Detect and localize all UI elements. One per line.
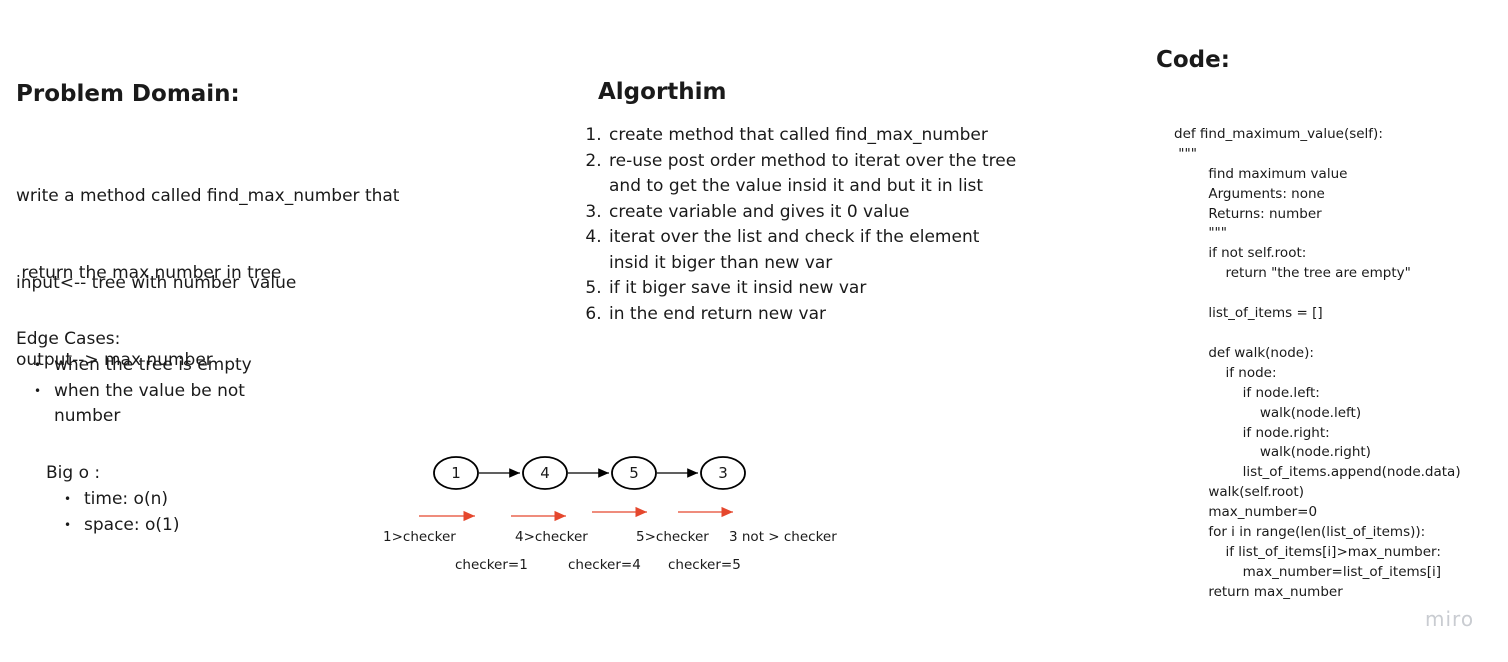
code-line: def find_maximum_value(self): bbox=[1174, 125, 1383, 142]
check-label: 4>checker bbox=[515, 529, 588, 545]
code-line: if list_of_items[i]>max_number: bbox=[1174, 543, 1441, 560]
code-line: max_number=0 bbox=[1174, 504, 1318, 521]
code-line: list_of_items.append(node.data) bbox=[1174, 464, 1461, 481]
code-line: if not self.root: bbox=[1174, 245, 1307, 262]
code-line: list_of_items = [] bbox=[1174, 305, 1323, 322]
code-line: find maximum value bbox=[1174, 165, 1348, 182]
node-label: 4 bbox=[540, 464, 550, 482]
node-label: 5 bbox=[629, 464, 639, 482]
code-line: """ bbox=[1174, 225, 1227, 242]
code-line: return "the tree are empty" bbox=[1174, 265, 1411, 282]
code-line: if node: bbox=[1174, 364, 1277, 381]
code-line: Arguments: none bbox=[1174, 185, 1325, 202]
node-label: 3 bbox=[718, 464, 728, 482]
checker-value: checker=1 bbox=[455, 557, 528, 573]
code-line: Returns: number bbox=[1174, 205, 1322, 222]
check-label: 3 not > checker bbox=[729, 529, 837, 545]
miro-logo: miro bbox=[1425, 607, 1475, 631]
code-line: """ bbox=[1174, 145, 1197, 162]
check-label: 1>checker bbox=[383, 529, 456, 545]
code-line: for i in range(len(list_of_items)): bbox=[1174, 524, 1426, 541]
checker-value: checker=5 bbox=[668, 557, 741, 573]
checker-value: checker=4 bbox=[568, 557, 641, 573]
code-line: def walk(node): bbox=[1174, 344, 1314, 361]
code-line: if node.right: bbox=[1174, 424, 1330, 441]
code-line: max_number=list_of_items[i] bbox=[1174, 563, 1441, 580]
code-title: Code: bbox=[1156, 47, 1230, 73]
code-line: if node.left: bbox=[1174, 384, 1320, 401]
node-label: 1 bbox=[451, 464, 461, 482]
check-label: 5>checker bbox=[636, 529, 709, 545]
code-block: def find_maximum_value(self): """ find m… bbox=[1174, 105, 1461, 623]
code-line: walk(self.root) bbox=[1174, 484, 1304, 501]
code-line: return max_number bbox=[1174, 583, 1343, 600]
code-line: walk(node.left) bbox=[1174, 404, 1362, 421]
code-line: walk(node.right) bbox=[1174, 444, 1371, 461]
checker-arrows bbox=[419, 506, 733, 522]
